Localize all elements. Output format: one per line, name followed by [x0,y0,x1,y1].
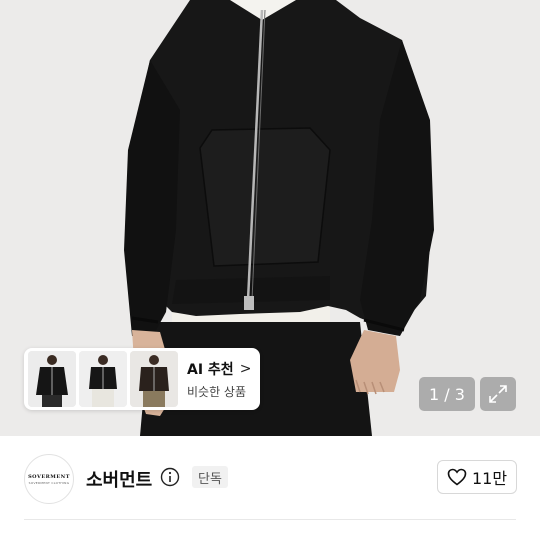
info-icon[interactable] [160,467,180,487]
recommend-thumb-1[interactable] [28,351,76,407]
ai-recommend-title-label: AI 추천 [187,361,234,378]
recommend-thumb-2[interactable] [79,351,127,407]
brand-row: SOVERMENT SOVERMENT CLOTHING 소버먼트 단독 11만 [0,436,540,540]
chevron-right-icon: > [239,360,252,377]
ai-recommend-card[interactable]: AI 추천 > 비슷한 상품 [24,348,260,410]
expand-button[interactable] [480,377,516,411]
ai-recommend-subtitle: 비슷한 상품 [187,384,247,399]
ai-recommend-title: AI 추천 > [187,359,251,379]
brown-zip-hoodie-thumb [130,351,178,407]
expand-icon [489,385,507,403]
brand-logo-subtext: SOVERMENT CLOTHING [28,480,70,485]
black-zip-hoodie-thumb [28,351,76,407]
black-zip-hoodie-thumb-2 [79,351,127,407]
recommend-thumb-3[interactable] [130,351,178,407]
heart-icon [447,468,467,486]
image-counter: 1 / 3 [419,377,475,411]
like-button[interactable]: 11만 [437,460,517,494]
divider [24,519,516,520]
brand-logo[interactable]: SOVERMENT SOVERMENT CLOTHING [24,454,74,504]
like-count: 11만 [471,469,508,488]
ai-recommend-text: AI 추천 > 비슷한 상품 [187,359,251,400]
exclusive-badge: 단독 [192,466,228,488]
brand-logo-text: SOVERMENT [28,473,70,480]
brand-name[interactable]: 소버먼트 [86,466,152,492]
